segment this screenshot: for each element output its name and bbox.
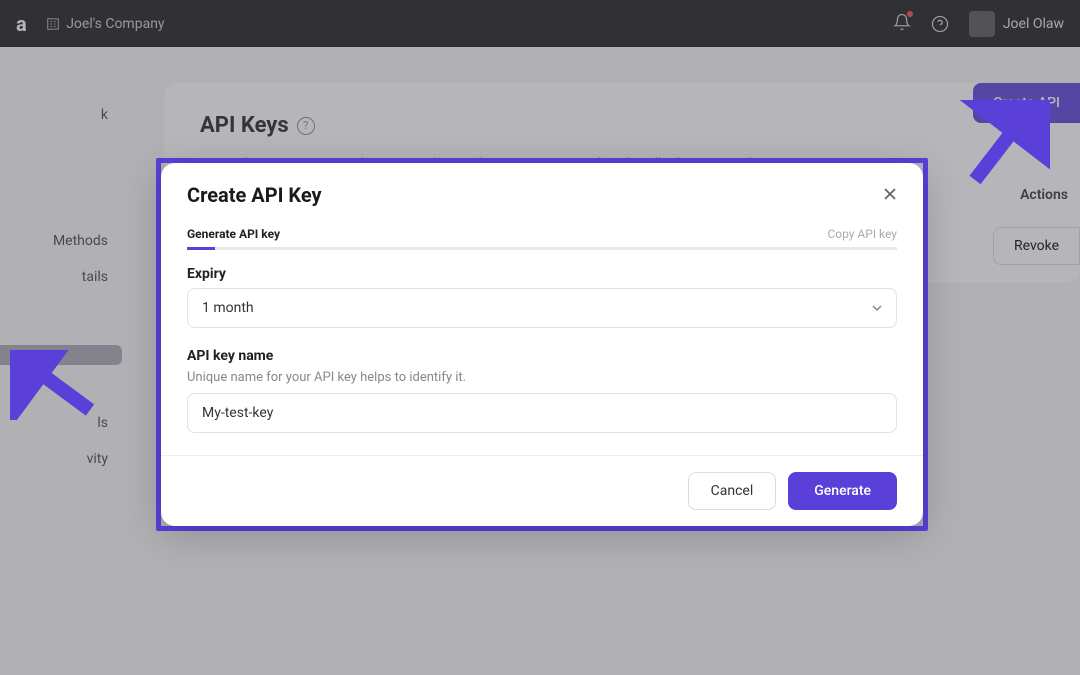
modal-header: Create API Key — [161, 163, 923, 213]
expiry-select-wrap: 1 month — [187, 288, 897, 328]
progress-track — [187, 247, 897, 250]
create-api-key-modal: Create API Key Generate API key Copy API… — [161, 163, 923, 526]
annotation-arrow-sidebar — [10, 350, 100, 420]
name-hint: Unique name for your API key helps to id… — [187, 370, 897, 385]
modal-footer: Cancel Generate — [161, 455, 923, 526]
expiry-label: Expiry — [187, 266, 897, 282]
modal-body: Expiry 1 month API key name Unique name … — [161, 250, 923, 455]
cancel-button[interactable]: Cancel — [688, 472, 777, 510]
annotation-border: Create API Key Generate API key Copy API… — [156, 158, 928, 531]
close-button[interactable] — [883, 185, 897, 206]
progress-fill — [187, 247, 215, 250]
step-indicator: Generate API key Copy API key — [161, 213, 923, 241]
annotation-arrow-create — [960, 100, 1050, 190]
close-icon — [883, 187, 897, 201]
generate-button[interactable]: Generate — [788, 472, 897, 510]
api-key-name-input[interactable] — [187, 393, 897, 433]
step-generate: Generate API key — [187, 227, 280, 241]
step-copy: Copy API key — [827, 227, 897, 241]
name-label: API key name — [187, 348, 897, 364]
modal-title: Create API Key — [187, 183, 322, 207]
expiry-select[interactable]: 1 month — [187, 288, 897, 328]
modal-container: Create API Key Generate API key Copy API… — [156, 158, 928, 531]
